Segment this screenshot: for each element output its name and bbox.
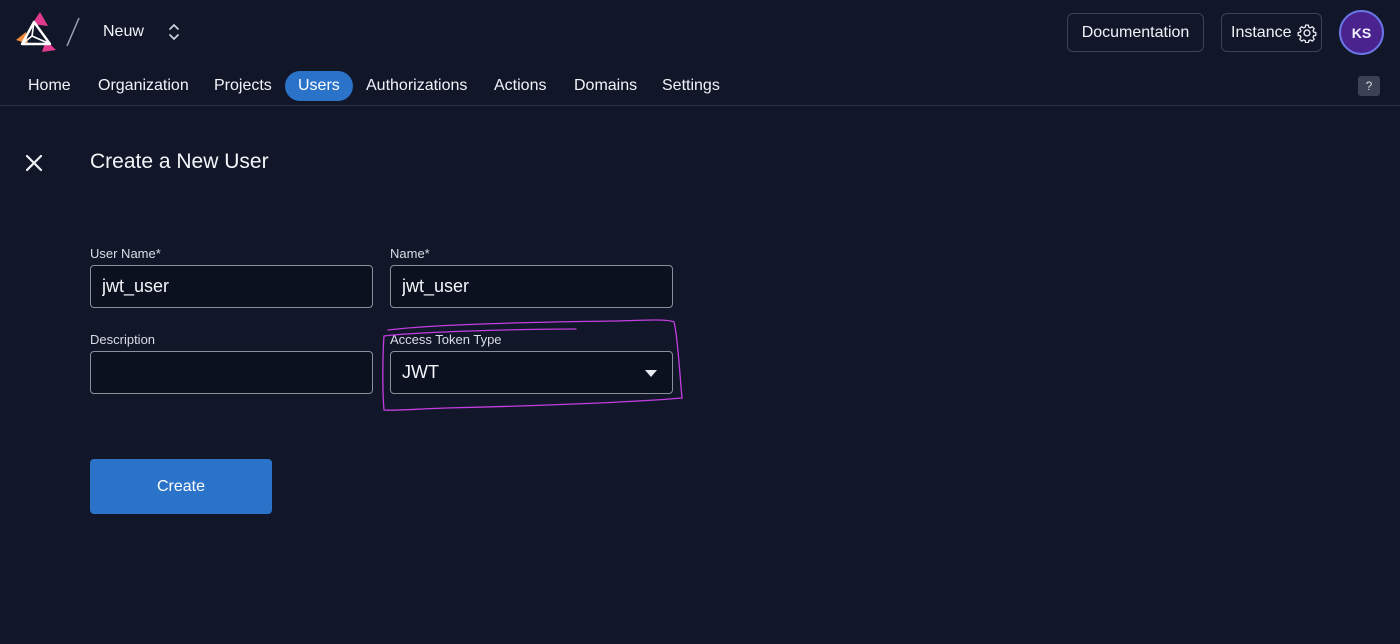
zitadel-logo-icon[interactable]: [12, 10, 58, 54]
help-button[interactable]: ?: [1358, 76, 1380, 96]
nav-divider: [0, 105, 1400, 106]
access-token-type-value: JWT: [402, 362, 439, 382]
nav-item-domains[interactable]: Domains: [574, 71, 637, 101]
access-token-type-label: Access Token Type: [390, 332, 502, 347]
nav-item-actions[interactable]: Actions: [494, 71, 546, 101]
nav-item-organization[interactable]: Organization: [98, 71, 189, 101]
app-root: Neuw Documentation Instance KS Home Orga…: [0, 0, 1400, 644]
documentation-button-label: Documentation: [1081, 23, 1190, 41]
nav-item-projects[interactable]: Projects: [214, 71, 272, 101]
access-token-type-select[interactable]: JWT: [390, 351, 673, 394]
org-name: Neuw: [103, 23, 144, 40]
name-input[interactable]: [390, 265, 673, 308]
page-title: Create a New User: [90, 150, 269, 173]
name-label: Name*: [390, 246, 430, 261]
instance-button-label: Instance: [1231, 23, 1292, 41]
nav-item-authorizations[interactable]: Authorizations: [366, 71, 467, 101]
main-nav: Home Organization Projects Users Authori…: [0, 70, 1400, 105]
instance-button[interactable]: Instance: [1221, 13, 1322, 52]
org-switch-chevron-icon[interactable]: [166, 22, 182, 42]
nav-item-settings[interactable]: Settings: [662, 71, 720, 101]
top-bar: Neuw Documentation Instance KS: [0, 0, 1400, 64]
nav-item-users[interactable]: Users: [285, 71, 353, 101]
nav-item-home[interactable]: Home: [28, 71, 71, 101]
breadcrumb-separator: [66, 17, 80, 47]
user-name-input[interactable]: [90, 265, 373, 308]
dropdown-caret-icon: [645, 370, 657, 377]
description-input[interactable]: [90, 351, 373, 394]
description-label: Description: [90, 332, 156, 347]
avatar-initials: KS: [1351, 24, 1372, 41]
gear-icon: [1298, 23, 1317, 43]
avatar[interactable]: KS: [1339, 10, 1384, 55]
create-button[interactable]: Create: [90, 459, 272, 514]
user-name-label: User Name*: [90, 246, 161, 261]
close-icon[interactable]: [24, 153, 44, 173]
documentation-button[interactable]: Documentation: [1067, 13, 1204, 52]
